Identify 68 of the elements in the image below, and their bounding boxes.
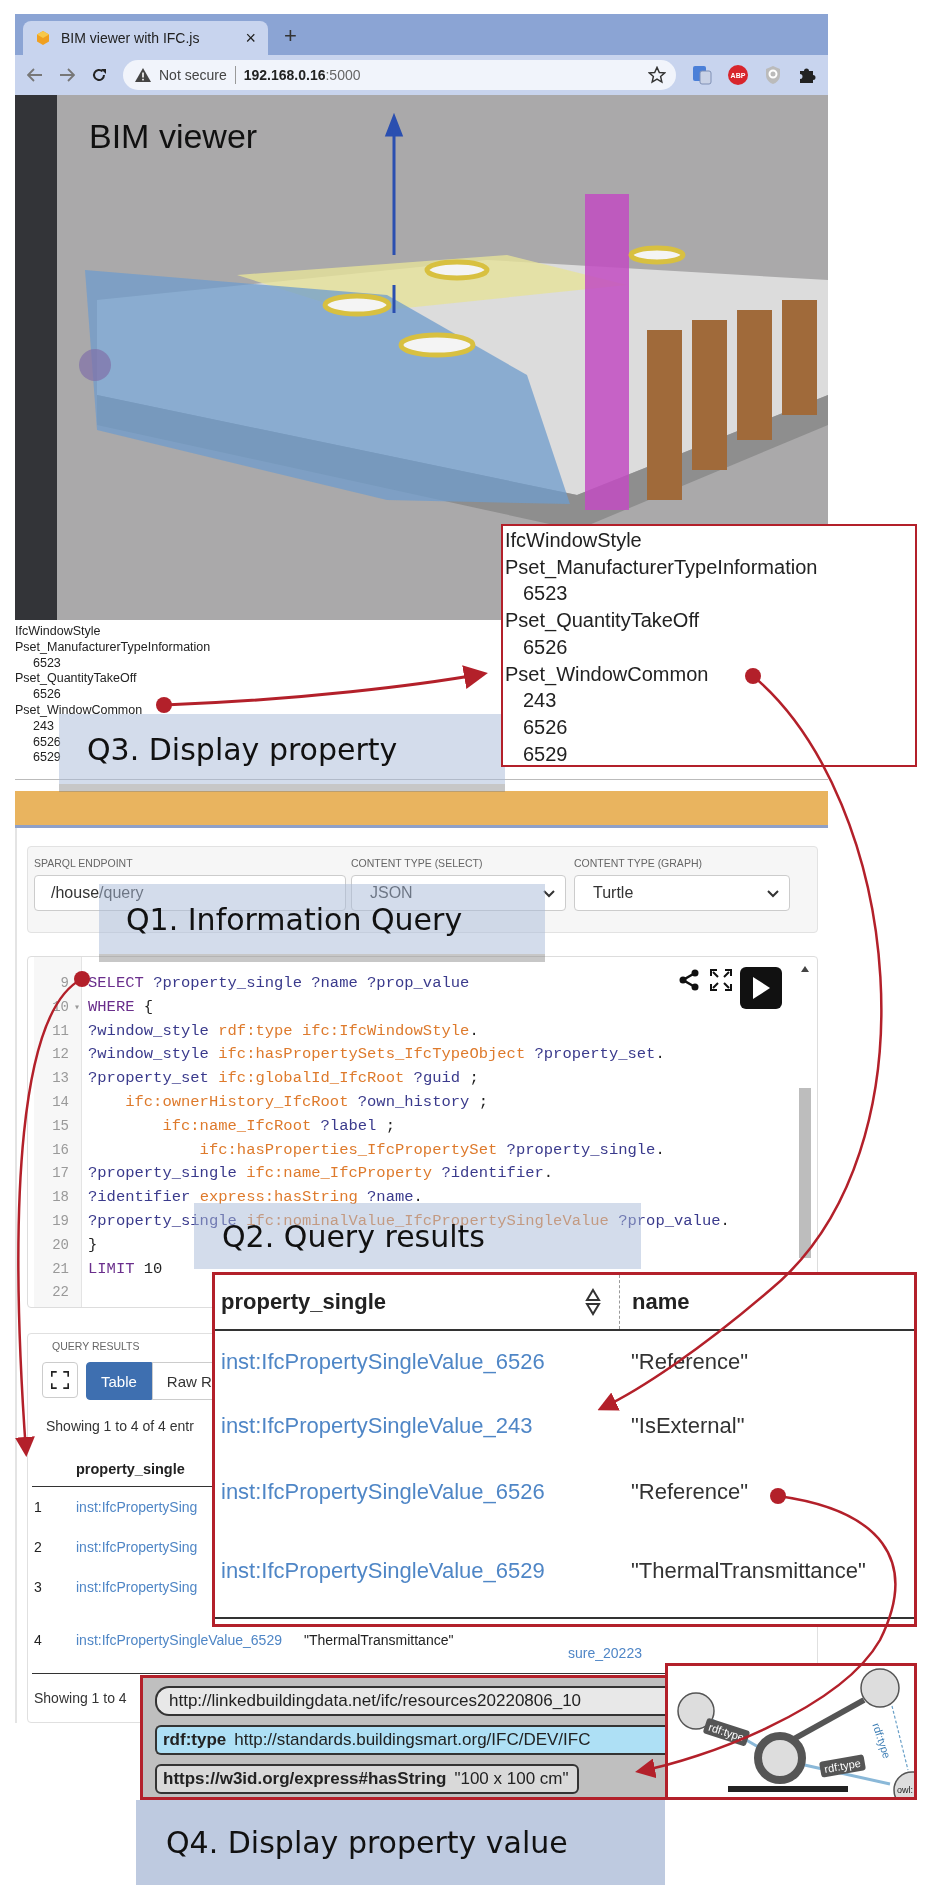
security-label: Not secure <box>159 67 227 83</box>
code-line: ifc:name_IfcRoot ?label ; <box>161 1116 395 1135</box>
line-number: 21 <box>52 1259 69 1279</box>
table-cell-text: "Reference" <box>630 1479 749 1505</box>
property-value: 6526 <box>522 634 568 660</box>
edge-label: rdf:type <box>870 1721 894 1761</box>
row-number: 3 <box>33 1579 43 1595</box>
code-line: } <box>88 1235 98 1254</box>
code-line: LIMIT 10 <box>88 1259 163 1278</box>
property-set-label: Pset_ManufacturerTypeInformation <box>505 554 818 581</box>
row-number: 2 <box>33 1539 43 1555</box>
property-label: IfcWindowStyle <box>505 528 642 553</box>
field-label: SPARQL ENDPOINT <box>34 857 134 869</box>
line-number: 11 <box>52 1021 69 1041</box>
line-number: 17 <box>52 1164 69 1184</box>
code-line: ?property_single ifc:name_IfcProperty ?identifier. <box>88 1164 554 1183</box>
code-line: ?property_set ifc:globalId_IfcRoot ?guid ; <box>88 1069 479 1088</box>
annotation-tooltip: Q3. Display property <box>59 714 505 784</box>
property-label: IfcWindowStyle <box>15 624 101 640</box>
line-number: 9 <box>60 974 69 993</box>
property-value: 243 <box>32 718 54 735</box>
url-text: 192.168.0.16:5000 <box>243 67 362 83</box>
table-cell: "ThermalTransmittance" <box>304 1632 454 1648</box>
line-number: 19 <box>52 1211 69 1231</box>
section-heading: QUERY RESULTS <box>52 1340 140 1352</box>
property-value: 6526 <box>32 687 61 703</box>
property-value: 6529 <box>522 741 568 767</box>
property-set-label: Pset_QuantityTakeOff <box>15 671 137 688</box>
field-label: CONTENT TYPE (SELECT) <box>351 857 484 869</box>
field-label: CONTENT TYPE (GRAPH) <box>574 857 703 869</box>
line-number: 18 <box>52 1188 69 1208</box>
line-number: 16 <box>52 1140 69 1160</box>
code-line: ifc:hasProperties_IfcPropertySet ?property_single. <box>198 1140 665 1159</box>
code-line: ?identifier express:hasString ?name. <box>88 1188 423 1207</box>
property-set-label: Pset_ManufacturerTypeInformation <box>15 639 211 656</box>
code-line: ?window_style rdf:type ifc:IfcWindowStyle. <box>88 1021 479 1040</box>
table-cell-text: "IsExternal" <box>630 1413 745 1439</box>
code-line: ?window_style ifc:hasPropertySets_IfcTypeObject ?property_set. <box>88 1045 665 1064</box>
property-value: 243 <box>522 688 557 714</box>
code-line: ifc:ownerHistory_IfcRoot ?own_history ; <box>124 1093 488 1111</box>
table-cell-text: "ThermalTransmittance" <box>630 1558 866 1584</box>
line-number: 14 <box>52 1093 69 1112</box>
viewer-title: BIM viewer <box>89 117 258 156</box>
code-line: WHERE { <box>88 997 154 1016</box>
property-value: 6526 <box>32 734 61 751</box>
property-value: 6523 <box>522 581 568 607</box>
code-line: SELECT ?property_single ?name ?prop_value <box>88 974 470 992</box>
node-property-pill: http://linkedbuildingdata.net/ifc/resources20220806_10 <box>155 1686 665 1716</box>
annotation-tooltip: Q4. Display property value <box>136 1800 665 1885</box>
node-label: owl: <box>897 1785 913 1795</box>
node-property-pill: https://w3id.org/express#hasString "100 x 100 cm" <box>155 1764 579 1794</box>
edge-label: rdf:type <box>702 1717 751 1747</box>
property-set-label: Pset_WindowCommon <box>505 661 709 688</box>
entries-info: Showing 1 to 4 <box>34 1690 127 1706</box>
property-value: 6529 <box>32 750 61 767</box>
row-number: 1 <box>33 1499 43 1515</box>
entries-info: Showing 1 to 4 of 4 entr <box>46 1418 194 1434</box>
property-value: 6526 <box>522 714 568 740</box>
edge-label: rdf:type <box>818 1754 867 1778</box>
line-number: 15 <box>52 1116 69 1136</box>
line-number: 13 <box>52 1069 69 1089</box>
property-value: 6523 <box>32 655 61 672</box>
line-number: 20 <box>52 1235 69 1255</box>
line-number: 22 <box>52 1283 69 1303</box>
line-number: 12 <box>52 1045 69 1065</box>
node-property-pill: rdf:type http://standards.buildingsmart.org/IFC/DEV/IFC <box>155 1725 665 1755</box>
row-number: 4 <box>33 1632 43 1648</box>
property-set-label: Pset_QuantityTakeOff <box>505 608 700 634</box>
